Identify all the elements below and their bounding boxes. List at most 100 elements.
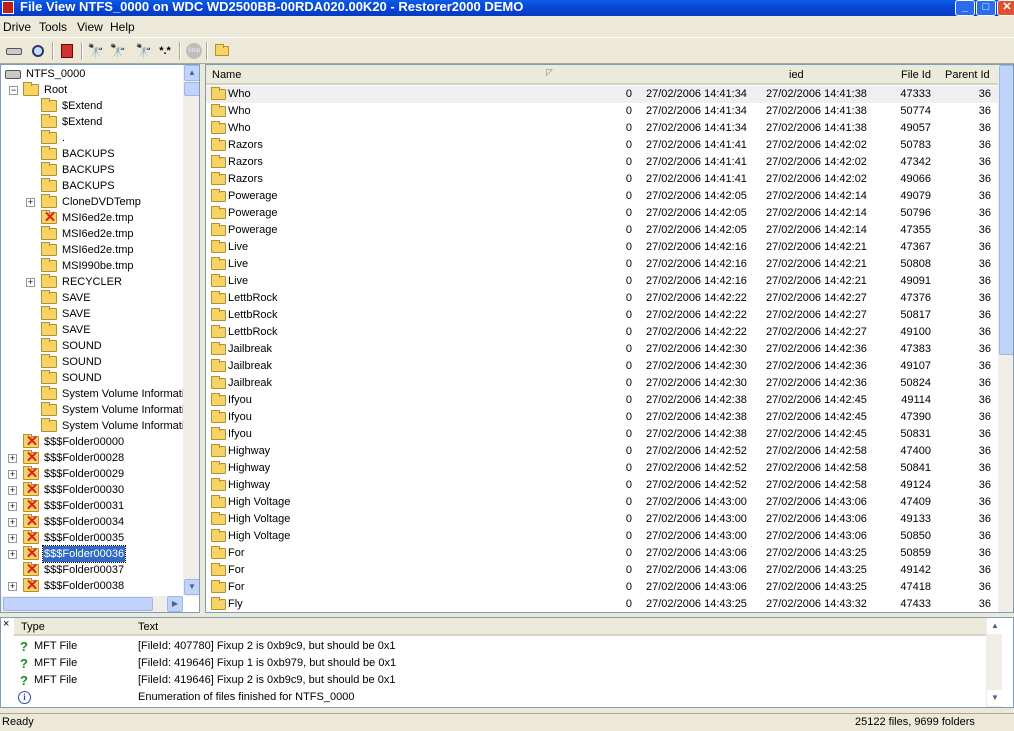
column-file-id[interactable]: File Id: [901, 69, 931, 81]
collapse-icon[interactable]: −: [9, 86, 18, 95]
table-row[interactable]: High Voltage 0 27/02/2006 14:43:00 27/02/20…: [206, 528, 998, 545]
table-row[interactable]: Highway 0 27/02/2006 14:42:52 27/02/2006 14…: [206, 477, 998, 494]
table-row[interactable]: LettbRock 0 27/02/2006 14:42:22 27/02/2006 …: [206, 307, 998, 324]
created-date: 27/02/2006 14:42:05: [646, 224, 747, 236]
scroll-thumb[interactable]: [3, 597, 153, 611]
column-modified[interactable]: ied: [789, 69, 804, 81]
close-button[interactable]: ✕: [997, 0, 1014, 16]
expand-icon[interactable]: +: [8, 534, 17, 543]
menu-tools[interactable]: Tools: [39, 20, 67, 34]
expand-icon[interactable]: +: [8, 486, 17, 495]
minimize-button[interactable]: _: [955, 0, 975, 16]
column-name[interactable]: Name: [212, 69, 241, 81]
table-row[interactable]: Highway 0 27/02/2006 14:42:52 27/02/2006 14…: [206, 460, 998, 477]
file-list[interactable]: Name ◸ ied File Id Parent Id Who 0 27/02/2…: [205, 64, 1014, 613]
scan-icon[interactable]: [28, 41, 48, 61]
modified-date: 27/02/2006 14:42:27: [766, 292, 867, 304]
log-text: [FileId: 419646] Fixup 1 is 0xb979, but …: [138, 657, 397, 669]
table-row[interactable]: Powerage 0 27/02/2006 14:42:05 27/02/2006 1…: [206, 222, 998, 239]
folder-icon: [41, 418, 57, 432]
table-row[interactable]: Live 0 27/02/2006 14:42:16 27/02/2006 14:42…: [206, 239, 998, 256]
expand-icon[interactable]: +: [8, 550, 17, 559]
table-row[interactable]: LettbRock 0 27/02/2006 14:42:22 27/02/2006 …: [206, 324, 998, 341]
file-id: 50808: [900, 258, 931, 270]
file-name: Highway: [228, 445, 271, 457]
table-row[interactable]: Ifyou 0 27/02/2006 14:42:38 27/02/2006 14:4…: [206, 426, 998, 443]
table-row[interactable]: Highway 0 27/02/2006 14:42:52 27/02/2006 14…: [206, 443, 998, 460]
menu-view[interactable]: View: [77, 20, 103, 34]
up-folder-icon[interactable]: [212, 41, 232, 61]
file-id: 49133: [900, 513, 931, 525]
scroll-thumb[interactable]: [999, 65, 1013, 355]
table-row[interactable]: Jailbreak 0 27/02/2006 14:42:30 27/02/2006 …: [206, 341, 998, 358]
expand-icon[interactable]: +: [8, 502, 17, 511]
log-vertical-scrollbar[interactable]: ▲ ▼: [986, 618, 1003, 707]
tree-horizontal-scrollbar[interactable]: ▶: [1, 596, 183, 612]
scroll-right-arrow-icon[interactable]: ▶: [167, 596, 183, 612]
table-row[interactable]: Jailbreak 0 27/02/2006 14:42:30 27/02/2006 …: [206, 358, 998, 375]
menu-help[interactable]: Help: [110, 20, 135, 34]
table-row[interactable]: Who 0 27/02/2006 14:41:34 27/02/2006 14:41:…: [206, 103, 998, 120]
table-row[interactable]: For 0 27/02/2006 14:43:06 27/02/2006 14:43:…: [206, 562, 998, 579]
table-row[interactable]: LettbRock 0 27/02/2006 14:42:22 27/02/2006 …: [206, 290, 998, 307]
folder-icon: [41, 98, 57, 112]
folder-icon: [41, 290, 57, 304]
delete-recover-icon[interactable]: [57, 41, 77, 61]
folder-tree[interactable]: NTFS_0000− Root $Extend $Extend. BACKUPS BACK…: [0, 64, 200, 613]
table-row[interactable]: Jailbreak 0 27/02/2006 14:42:30 27/02/2006 …: [206, 375, 998, 392]
expand-icon[interactable]: +: [26, 198, 35, 207]
log-column-type[interactable]: Type: [21, 621, 45, 633]
expand-icon[interactable]: +: [8, 518, 17, 527]
expand-icon[interactable]: +: [8, 454, 17, 463]
file-size: 0: [625, 513, 632, 525]
scroll-thumb[interactable]: [184, 82, 199, 96]
log-row[interactable]: ? MFT File [FileId: 419646] Fixup 1 is 0xb…: [14, 655, 994, 672]
table-row[interactable]: Who 0 27/02/2006 14:41:34 27/02/2006 14:41:…: [206, 120, 998, 137]
stop-icon[interactable]: Stop: [184, 41, 204, 61]
table-row[interactable]: Ifyou 0 27/02/2006 14:42:38 27/02/2006 14:4…: [206, 392, 998, 409]
modified-date: 27/02/2006 14:43:25: [766, 581, 867, 593]
scroll-down-arrow-icon[interactable]: ▼: [184, 579, 199, 595]
log-row[interactable]: i Enumeration of files finished for NTFS_…: [14, 689, 994, 706]
scroll-up-arrow-icon[interactable]: ▲: [987, 618, 1003, 634]
table-row[interactable]: For 0 27/02/2006 14:43:06 27/02/2006 14:43:…: [206, 579, 998, 596]
drive-icon[interactable]: [4, 41, 24, 61]
tree-vertical-scrollbar[interactable]: ▲ ▼: [183, 65, 199, 596]
table-row[interactable]: Powerage 0 27/02/2006 14:42:05 27/02/2006 1…: [206, 188, 998, 205]
expand-icon[interactable]: +: [8, 470, 17, 479]
table-row[interactable]: For 0 27/02/2006 14:43:06 27/02/2006 14:43:…: [206, 545, 998, 562]
folder-icon: [211, 495, 226, 508]
scroll-up-arrow-icon[interactable]: ▲: [184, 65, 199, 81]
table-row[interactable]: High Voltage 0 27/02/2006 14:43:00 27/02/20…: [206, 511, 998, 528]
table-row[interactable]: Ifyou 0 27/02/2006 14:42:38 27/02/2006 14:4…: [206, 409, 998, 426]
scroll-down-arrow-icon[interactable]: ▼: [987, 690, 1003, 706]
table-row[interactable]: Fly 0 27/02/2006 14:43:25 27/02/2006 14:43:…: [206, 596, 998, 612]
table-row[interactable]: Live 0 27/02/2006 14:42:16 27/02/2006 14:42…: [206, 273, 998, 290]
table-row[interactable]: High Voltage 0 27/02/2006 14:43:00 27/02/20…: [206, 494, 998, 511]
log-column-text[interactable]: Text: [138, 621, 158, 633]
table-row[interactable]: Razors 0 27/02/2006 14:41:41 27/02/2006 14:…: [206, 154, 998, 171]
log-text: [FileId: 407780] Fixup 2 is 0xb9c9, but …: [138, 640, 396, 652]
expand-icon[interactable]: +: [8, 582, 17, 591]
find-icon[interactable]: 🔭: [86, 41, 106, 61]
expand-icon[interactable]: +: [26, 278, 35, 287]
column-parent-id[interactable]: Parent Id: [945, 69, 990, 81]
close-panel-icon[interactable]: ×: [3, 618, 9, 630]
log-header: Type Text: [14, 618, 1002, 636]
find-next-icon[interactable]: 🔭: [108, 41, 128, 61]
created-date: 27/02/2006 14:43:25: [646, 598, 747, 610]
parent-id: 36: [978, 394, 991, 406]
maximize-button[interactable]: □: [976, 0, 996, 16]
created-date: 27/02/2006 14:43:00: [646, 513, 747, 525]
log-row[interactable]: ? MFT File [FileId: 407780] Fixup 2 is 0xb…: [14, 638, 994, 655]
list-vertical-scrollbar[interactable]: [998, 65, 1013, 612]
table-row[interactable]: Razors 0 27/02/2006 14:41:41 27/02/2006 14:…: [206, 137, 998, 154]
find-file-icon[interactable]: 🔭: [134, 41, 154, 61]
table-row[interactable]: Razors 0 27/02/2006 14:41:41 27/02/2006 14:…: [206, 171, 998, 188]
wildcard-icon[interactable]: *.*: [155, 41, 175, 61]
menu-drive[interactable]: Drive: [3, 20, 31, 34]
table-row[interactable]: Who 0 27/02/2006 14:41:34 27/02/2006 14:41:…: [206, 86, 998, 103]
table-row[interactable]: Live 0 27/02/2006 14:42:16 27/02/2006 14:42…: [206, 256, 998, 273]
table-row[interactable]: Powerage 0 27/02/2006 14:42:05 27/02/2006 1…: [206, 205, 998, 222]
log-row[interactable]: ? MFT File [FileId: 419646] Fixup 2 is 0xb…: [14, 672, 994, 689]
